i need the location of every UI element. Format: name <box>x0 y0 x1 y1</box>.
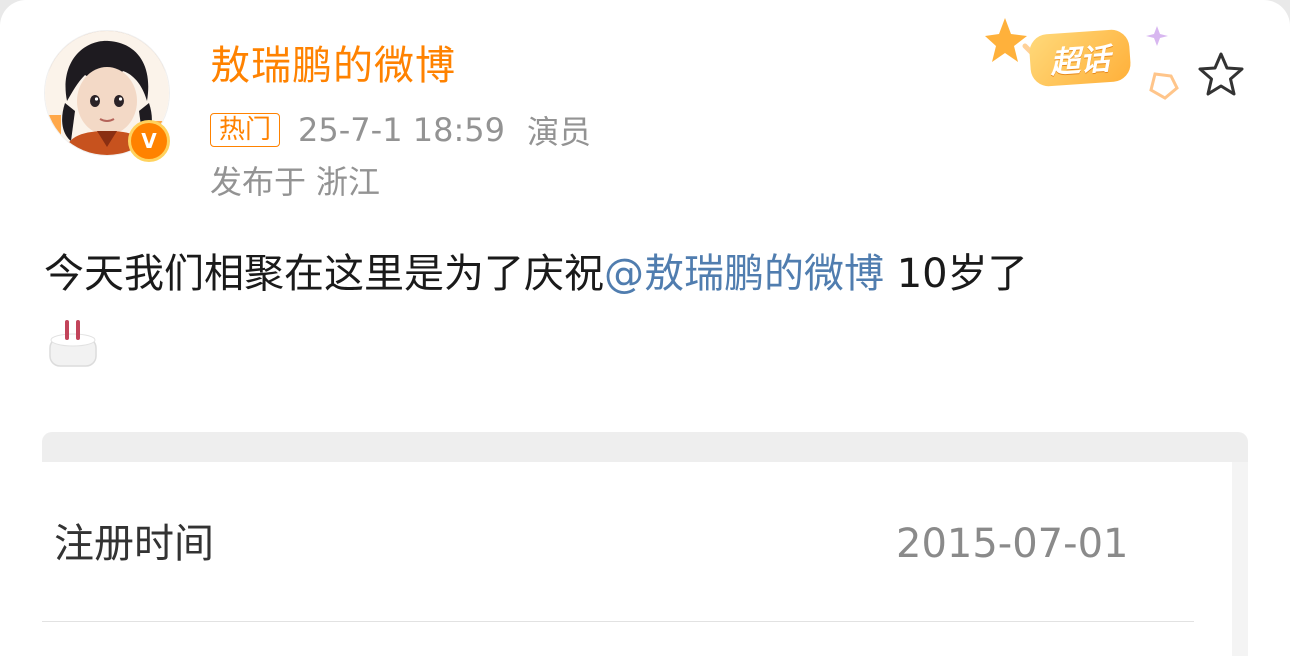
post-text-tail: 10岁了 <box>884 251 1028 297</box>
supertopic-badge[interactable]: 超话 <box>985 18 1185 108</box>
row-divider <box>42 621 1194 622</box>
cake-icon <box>49 320 97 367</box>
verified-badge-icon: V <box>128 120 170 162</box>
registration-time-value: 2015-07-01 <box>896 521 1129 567</box>
favorite-star-icon[interactable] <box>1196 50 1246 100</box>
info-card-top-band <box>42 432 1248 462</box>
post-location: 发布于 浙江 <box>210 160 380 204</box>
info-card-edge <box>1232 462 1248 656</box>
post-meta-row: 热门 25-7-1 18:59 演员 <box>210 110 591 151</box>
hot-badge: 热门 <box>210 113 281 147</box>
registration-time-label: 注册时间 <box>54 521 214 567</box>
post-text-intro: 今天我们相聚在这里是为了庆祝 <box>44 251 604 297</box>
post-time: 25-7-1 18:59 <box>298 111 505 149</box>
supertopic-label: 超话 <box>1028 28 1132 88</box>
author-role: 演员 <box>526 113 591 151</box>
post-text: 今天我们相聚在这里是为了庆祝@敖瑞鹏的微博 10岁了 <box>44 246 1028 302</box>
author-name[interactable]: 敖瑞鹏的微博 <box>210 40 456 92</box>
location-value: 浙江 <box>316 163 381 201</box>
mention-link[interactable]: @敖瑞鹏的微博 <box>604 251 884 297</box>
weibo-post-card: V 敖瑞鹏的微博 热门 25-7-1 18:59 演员 发布于 浙江 超话 今天我… <box>0 0 1290 656</box>
location-prefix: 发布于 <box>210 163 307 201</box>
